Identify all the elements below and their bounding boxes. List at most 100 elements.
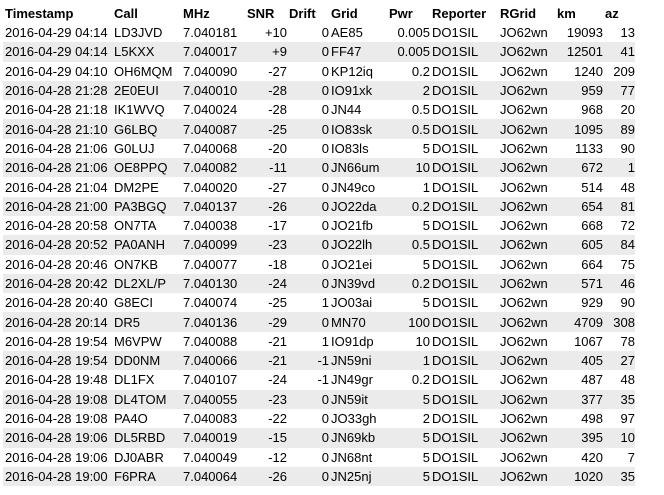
cell-km: 4709 bbox=[555, 312, 603, 332]
cell-az: 35 bbox=[603, 389, 635, 409]
cell-mhz: 7.040066 bbox=[181, 351, 245, 371]
cell-drift: 1 bbox=[287, 293, 329, 313]
cell-timestamp: 2016-04-28 19:06 bbox=[3, 428, 112, 448]
cell-km: 1240 bbox=[555, 61, 603, 81]
cell-call: LD3JVD bbox=[112, 23, 181, 43]
cell-az: 81 bbox=[603, 196, 635, 216]
cell-rgrid: JO62wn bbox=[498, 466, 555, 487]
cell-reporter: DO1SIL bbox=[430, 42, 498, 62]
cell-reporter: DO1SIL bbox=[430, 331, 498, 352]
cell-call: PA3BGQ bbox=[112, 196, 181, 216]
cell-snr: -29 bbox=[245, 312, 287, 332]
cell-rgrid: JO62wn bbox=[498, 408, 555, 429]
cell-mhz: 7.040099 bbox=[181, 235, 245, 255]
cell-snr: -11 bbox=[245, 158, 287, 178]
cell-reporter: DO1SIL bbox=[430, 119, 498, 139]
cell-call: DL4TOM bbox=[112, 389, 181, 409]
cell-reporter: DO1SIL bbox=[430, 215, 498, 236]
cell-snr: -20 bbox=[245, 138, 287, 159]
cell-drift: 0 bbox=[287, 61, 329, 81]
cell-mhz: 7.040024 bbox=[181, 100, 245, 120]
cell-km: 12501 bbox=[555, 42, 603, 62]
cell-snr: -12 bbox=[245, 447, 287, 467]
cell-mhz: 7.040137 bbox=[181, 196, 245, 216]
cell-reporter: DO1SIL bbox=[430, 196, 498, 216]
cell-reporter: DO1SIL bbox=[430, 389, 498, 409]
table-row: 2016-04-28 21:06 OE8PPQ 7.040082 -11 0 JN66um… bbox=[3, 158, 635, 178]
cell-mhz: 7.040130 bbox=[181, 273, 245, 294]
cell-reporter: DO1SIL bbox=[430, 177, 498, 197]
cell-drift: 0 bbox=[287, 215, 329, 236]
cell-call: DL2XL/P bbox=[112, 273, 181, 294]
header-pwr[interactable]: Pwr bbox=[387, 3, 430, 23]
cell-reporter: DO1SIL bbox=[430, 370, 498, 390]
header-km[interactable]: km bbox=[555, 3, 603, 23]
cell-pwr: 0.5 bbox=[387, 100, 430, 120]
cell-rgrid: JO62wn bbox=[498, 273, 555, 294]
cell-call: PA0ANH bbox=[112, 235, 181, 255]
table-row: 2016-04-28 21:10 G6LBQ 7.040087 -25 0 IO83sk 0… bbox=[3, 119, 635, 139]
cell-az: 13 bbox=[603, 23, 635, 43]
cell-snr: -25 bbox=[245, 293, 287, 313]
cell-km: 514 bbox=[555, 177, 603, 197]
cell-reporter: DO1SIL bbox=[430, 254, 498, 274]
cell-pwr: 5 bbox=[387, 293, 430, 313]
cell-km: 959 bbox=[555, 80, 603, 101]
cell-pwr: 0.2 bbox=[387, 273, 430, 294]
cell-km: 1095 bbox=[555, 119, 603, 139]
cell-mhz: 7.040055 bbox=[181, 389, 245, 409]
header-rgrid[interactable]: RGrid bbox=[498, 3, 555, 23]
cell-km: 605 bbox=[555, 235, 603, 255]
cell-timestamp: 2016-04-28 21:04 bbox=[3, 177, 112, 197]
cell-az: 308 bbox=[603, 312, 635, 332]
cell-reporter: DO1SIL bbox=[430, 293, 498, 313]
cell-km: 672 bbox=[555, 158, 603, 178]
cell-drift: 0 bbox=[287, 119, 329, 139]
cell-call: DM2PE bbox=[112, 177, 181, 197]
cell-az: 48 bbox=[603, 370, 635, 390]
table-row: 2016-04-28 20:40 G8ECI 7.040074 -25 1 JO03ai 5… bbox=[3, 293, 635, 313]
cell-grid: IO83sk bbox=[329, 119, 387, 139]
table-row: 2016-04-28 19:54 M6VPW 7.040088 -21 1 IO91dp 1… bbox=[3, 331, 635, 352]
cell-reporter: DO1SIL bbox=[430, 80, 498, 101]
cell-grid: JN49gr bbox=[329, 370, 387, 390]
cell-timestamp: 2016-04-28 20:58 bbox=[3, 215, 112, 236]
header-call[interactable]: Call bbox=[112, 3, 181, 23]
header-snr[interactable]: SNR bbox=[245, 3, 287, 23]
cell-timestamp: 2016-04-29 04:10 bbox=[3, 61, 112, 81]
cell-km: 968 bbox=[555, 100, 603, 120]
cell-grid: IO91xk bbox=[329, 80, 387, 101]
cell-km: 1020 bbox=[555, 466, 603, 487]
header-az[interactable]: az bbox=[603, 3, 635, 23]
cell-rgrid: JO62wn bbox=[498, 351, 555, 371]
cell-timestamp: 2016-04-28 20:42 bbox=[3, 273, 112, 294]
cell-mhz: 7.040136 bbox=[181, 312, 245, 332]
cell-grid: MN70 bbox=[329, 312, 387, 332]
cell-reporter: DO1SIL bbox=[430, 138, 498, 159]
header-drift[interactable]: Drift bbox=[287, 3, 329, 23]
cell-snr: +10 bbox=[245, 23, 287, 43]
cell-km: 1133 bbox=[555, 138, 603, 159]
cell-drift: -1 bbox=[287, 351, 329, 371]
cell-mhz: 7.040083 bbox=[181, 408, 245, 429]
header-mhz[interactable]: MHz bbox=[181, 3, 245, 23]
cell-reporter: DO1SIL bbox=[430, 273, 498, 294]
cell-call: ON7TA bbox=[112, 215, 181, 236]
cell-drift: 0 bbox=[287, 196, 329, 216]
cell-mhz: 7.040082 bbox=[181, 158, 245, 178]
cell-snr: -18 bbox=[245, 254, 287, 274]
cell-call: F6PRA bbox=[112, 466, 181, 487]
cell-snr: -28 bbox=[245, 100, 287, 120]
cell-pwr: 5 bbox=[387, 447, 430, 467]
cell-grid: IO83ls bbox=[329, 138, 387, 159]
cell-grid: JN69kb bbox=[329, 428, 387, 448]
header-timestamp[interactable]: Timestamp bbox=[3, 3, 112, 23]
table-row: 2016-04-29 04:14 L5KXX 7.040017 +9 0 FF47 0.00… bbox=[3, 42, 635, 62]
cell-call: IK1WVQ bbox=[112, 100, 181, 120]
header-reporter[interactable]: Reporter bbox=[430, 3, 498, 23]
cell-km: 1067 bbox=[555, 331, 603, 352]
header-grid[interactable]: Grid bbox=[329, 3, 387, 23]
cell-rgrid: JO62wn bbox=[498, 370, 555, 390]
cell-timestamp: 2016-04-28 19:54 bbox=[3, 331, 112, 352]
cell-drift: 0 bbox=[287, 42, 329, 62]
